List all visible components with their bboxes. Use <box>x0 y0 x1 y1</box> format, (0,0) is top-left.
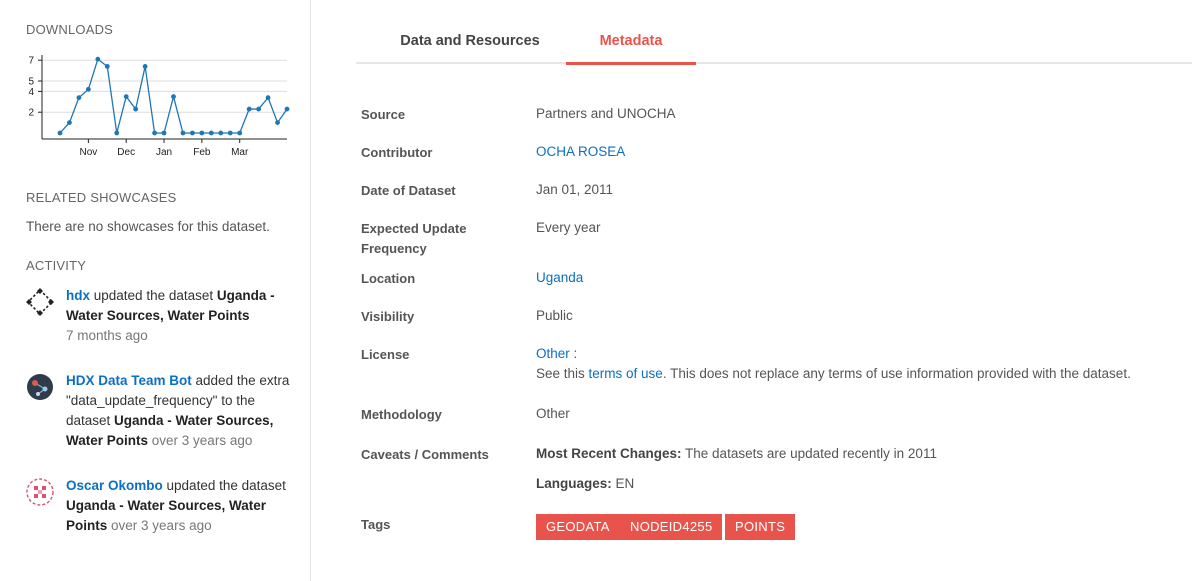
caveats-languages-label: Languages: <box>536 476 612 491</box>
downloads-data-point <box>246 106 252 112</box>
date-label: Date of Dataset <box>361 183 456 198</box>
downloads-data-point <box>227 130 233 136</box>
downloads-data-point <box>190 130 195 136</box>
source-label: Source <box>361 107 406 122</box>
downloads-data-point <box>237 130 243 136</box>
location-label: Location <box>361 271 416 286</box>
x-tick-label: Nov <box>79 147 97 158</box>
terms-of-use-link[interactable]: terms of use <box>589 366 663 381</box>
tab-data-and-resources[interactable]: Data and Resources <box>374 0 566 64</box>
x-tick-label: Jan <box>156 147 172 158</box>
frequency-label: Expected Update Frequency <box>361 221 467 256</box>
downloads-data-point <box>123 94 129 99</box>
visibility-label: Visibility <box>361 309 415 324</box>
contributor-link[interactable]: OCHA ROSEA <box>536 144 625 159</box>
related-showcases-empty-text: There are no showcases for this dataset. <box>26 219 270 234</box>
caveats-label: Caveats / Comments <box>361 447 489 462</box>
license-note-pre: See this <box>536 366 589 381</box>
main-content: Data and Resources Metadata Source Partn… <box>356 0 1192 581</box>
activity-title: ACTIVITY <box>26 258 87 273</box>
source-value: Partners and UNOCHA <box>536 106 676 121</box>
activity-actor-link[interactable]: HDX Data Team Bot <box>66 373 192 388</box>
tag-geodata[interactable]: GEODATA <box>536 514 620 540</box>
license-value: Other : See this terms of use. This does… <box>536 344 1186 384</box>
network-node-avatar-icon <box>26 373 54 401</box>
tag-points[interactable]: POINTS <box>725 514 796 540</box>
activity-text: updated the dataset <box>90 288 217 303</box>
activity-body: HDX Data Team Bot added the extra "data_… <box>66 371 291 451</box>
tab-metadata[interactable]: Metadata <box>566 0 696 65</box>
license-note-post: . This does not replace any terms of use… <box>662 366 1131 381</box>
downloads-data-point <box>85 86 91 92</box>
downloads-data-point <box>67 120 72 125</box>
downloads-chart: 2 4 5 7 Nov Dec Jan Feb Mar <box>26 50 296 165</box>
activity-text: updated the dataset <box>162 478 286 493</box>
downloads-data-point <box>256 106 262 112</box>
frequency-value: Every year <box>536 220 601 235</box>
visibility-value: Public <box>536 308 573 323</box>
x-tick-label: Dec <box>117 147 135 158</box>
y-tick-label: 5 <box>28 77 34 88</box>
downloads-data-point <box>199 130 205 136</box>
downloads-line-chart: 2 45 7 Nov Dec Jan Feb Mar <box>28 55 290 158</box>
downloads-data-point <box>95 56 101 62</box>
caveats-languages-value: EN <box>611 476 635 491</box>
activity-time: over 3 years ago <box>111 518 212 533</box>
contributor-label: Contributor <box>361 145 433 160</box>
caveats-changes: Most Recent Changes: The datasets are up… <box>536 444 1186 464</box>
activity-time: over 3 years ago <box>151 433 253 448</box>
downloads-data-point <box>284 106 290 112</box>
downloads-title: DOWNLOADS <box>26 22 114 37</box>
downloads-data-point <box>171 94 176 99</box>
caveats-changes-label: Most Recent Changes: <box>536 446 682 461</box>
diamond-dots-avatar-icon <box>26 288 54 316</box>
tag-nodeid4255[interactable]: NODEID4255 <box>620 514 723 540</box>
y-tick-label: 2 <box>28 108 34 119</box>
downloads-data-point <box>180 130 186 136</box>
sidebar: DOWNLOADS 2 4 5 7 Nov Dec Jan Feb Mar RELATED SH… <box>0 0 311 581</box>
downloads-data-point <box>76 95 82 101</box>
downloads-data-point <box>57 130 63 136</box>
y-tick-label: 4 <box>28 87 34 98</box>
downloads-data-point <box>142 64 148 69</box>
location-link[interactable]: Uganda <box>536 270 583 285</box>
activity-time: 7 months ago <box>66 328 148 343</box>
activity-actor-link[interactable]: hdx <box>66 288 90 303</box>
activity-body: Oscar Okombo updated the dataset Uganda … <box>66 476 291 536</box>
x-tick-label: Mar <box>231 147 249 158</box>
tags-list: GEODATA NODEID4255 POINTS <box>536 514 1186 542</box>
downloads-data-point <box>265 95 271 101</box>
tab-bar: Data and Resources Metadata <box>356 0 1192 65</box>
methodology-value: Other <box>536 406 570 421</box>
downloads-data-point <box>104 64 110 69</box>
downloads-data-point <box>275 120 280 125</box>
downloads-data-point <box>133 106 139 112</box>
license-colon: : <box>569 346 578 361</box>
caveats-languages: Languages: EN <box>536 474 1186 494</box>
license-label: License <box>361 347 410 362</box>
caveats-changes-value: The datasets are updated recently in 201… <box>681 446 937 461</box>
downloads-data-point <box>218 130 224 136</box>
methodology-label: Methodology <box>361 407 442 422</box>
activity-body: hdx updated the dataset Uganda - Water S… <box>66 286 291 346</box>
tags-label: Tags <box>361 517 391 532</box>
license-link[interactable]: Other <box>536 346 570 361</box>
downloads-data-point <box>114 130 120 136</box>
downloads-data-point <box>161 130 167 136</box>
downloads-data-point <box>208 130 214 136</box>
date-value: Jan 01, 2011 <box>536 182 614 197</box>
x-tick-label: Feb <box>193 147 211 158</box>
downloads-data-point <box>152 130 157 136</box>
pink-pattern-avatar-icon <box>26 478 54 506</box>
activity-actor-link[interactable]: Oscar Okombo <box>66 478 163 493</box>
y-tick-label: 7 <box>28 56 34 67</box>
related-showcases-title: RELATED SHOWCASES <box>26 190 177 205</box>
